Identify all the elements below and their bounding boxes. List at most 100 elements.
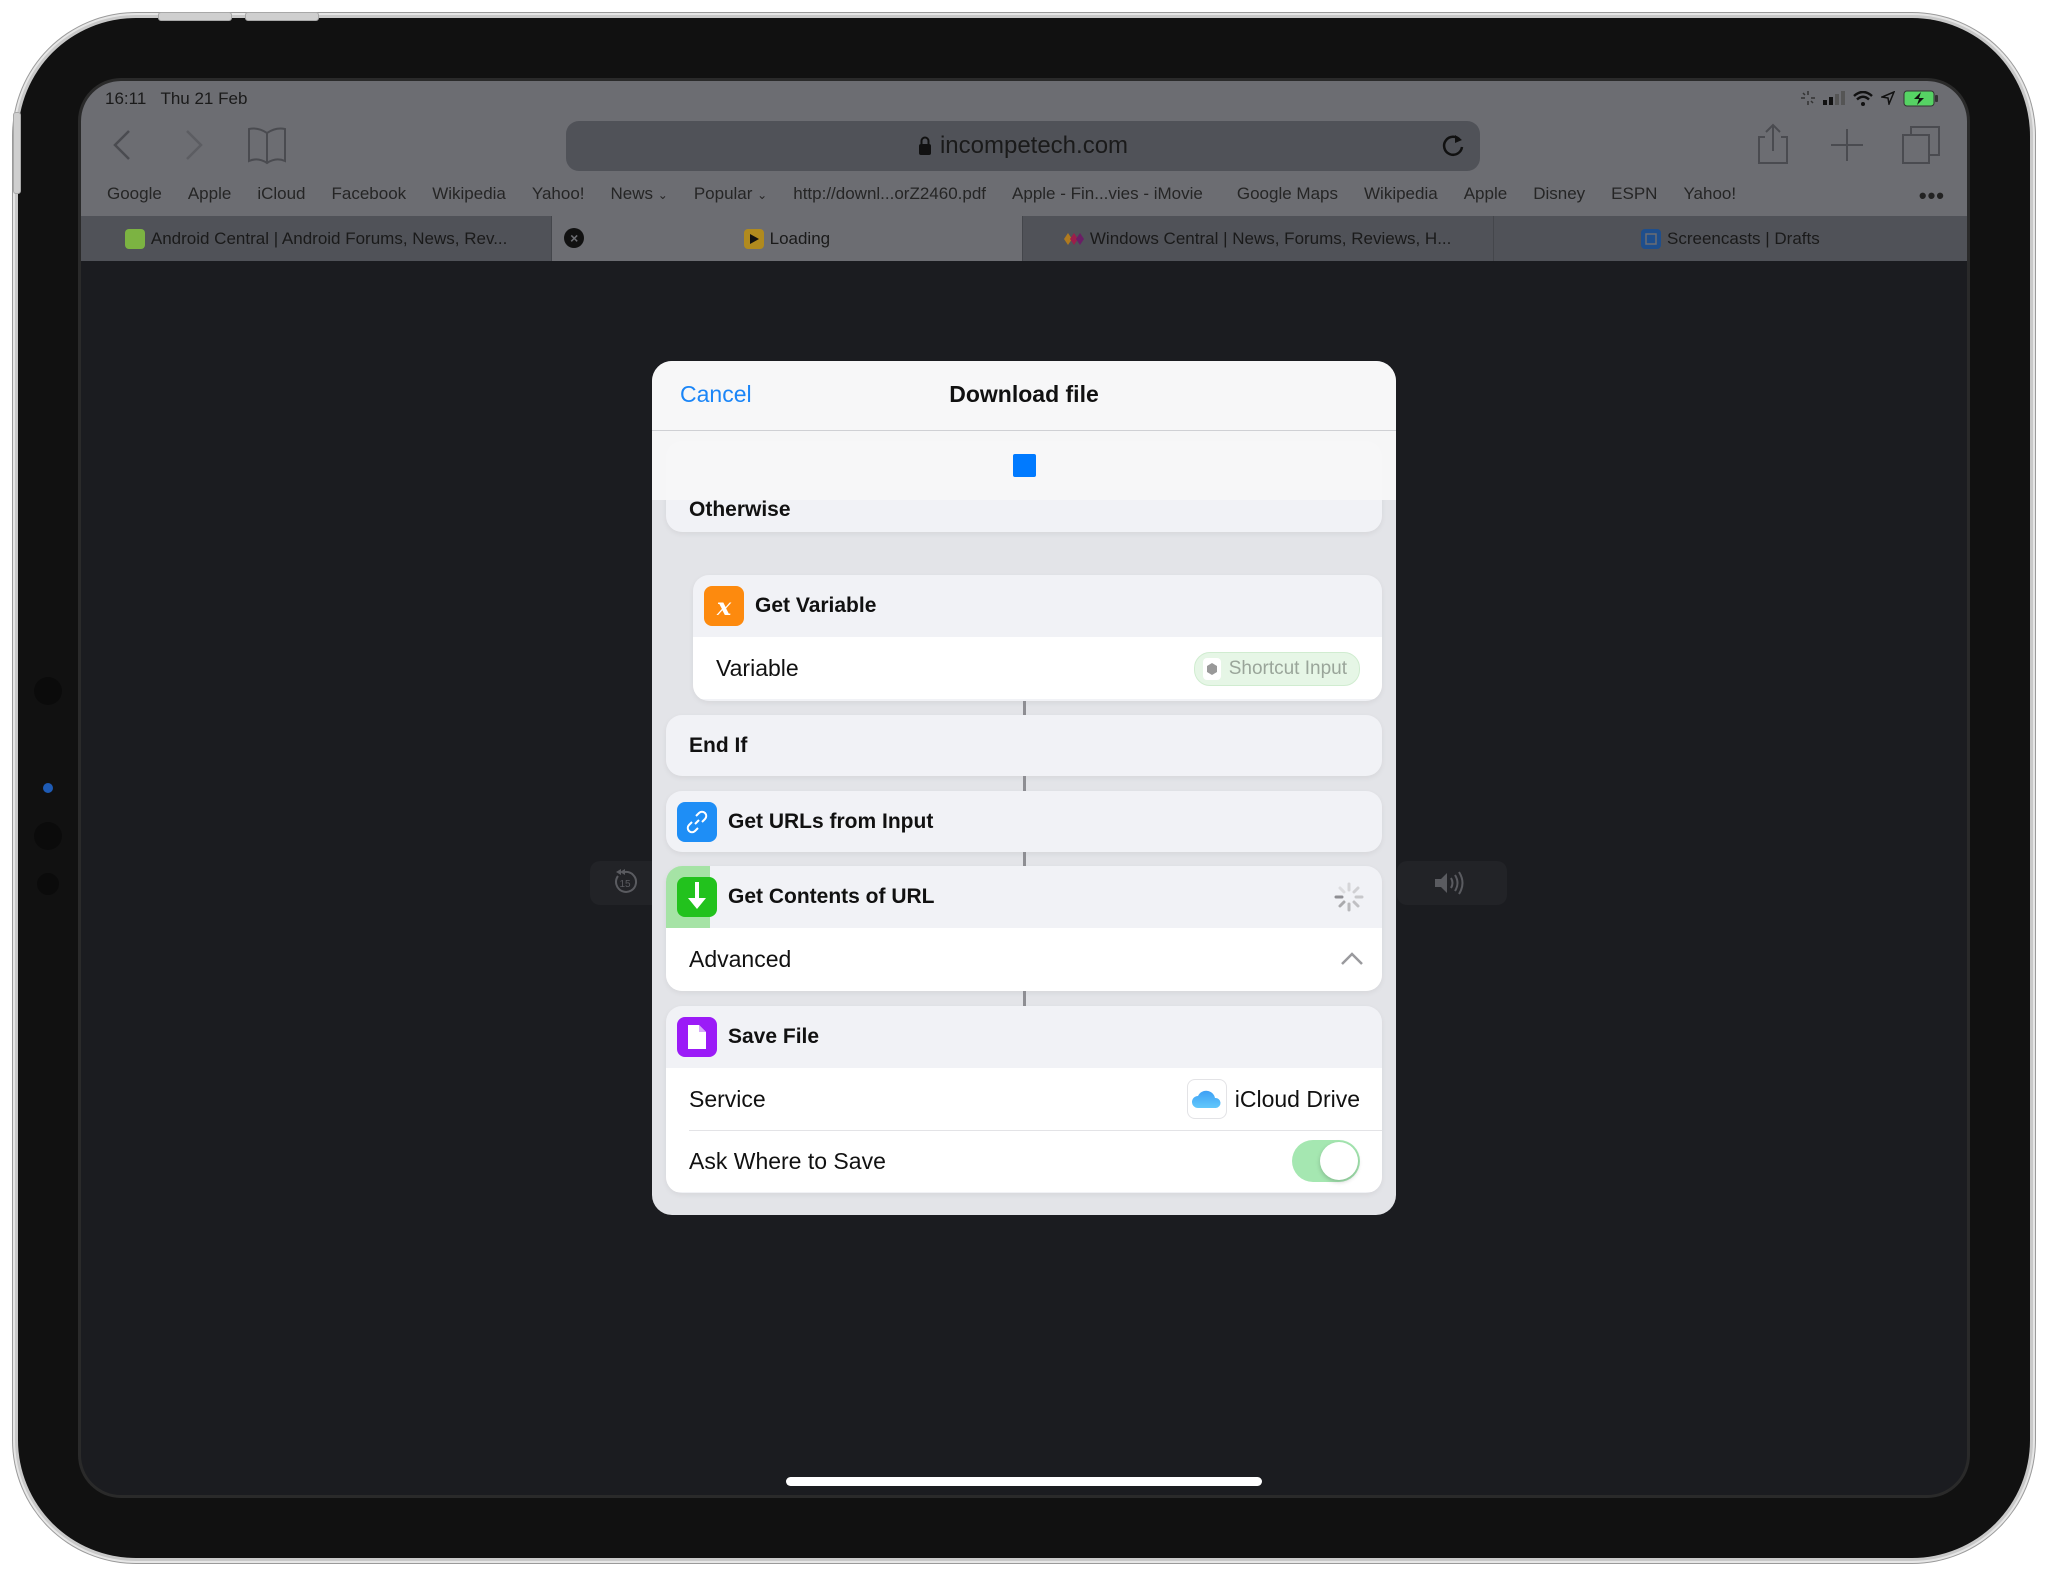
document-icon	[677, 1017, 717, 1057]
share-icon[interactable]	[1751, 123, 1795, 167]
svg-text:15: 15	[619, 879, 631, 890]
chevron-up-icon[interactable]	[1340, 950, 1364, 966]
bookmark-espn[interactable]: ESPN	[1611, 184, 1657, 204]
skip-back-icon: 15	[615, 869, 637, 893]
action-get-contents-of-url[interactable]: Get Contents of URL Advanced	[666, 866, 1382, 991]
location-arrow-icon	[1881, 91, 1895, 105]
bookmark-apple-2[interactable]: Apple	[1464, 184, 1507, 204]
back-icon[interactable]	[101, 123, 145, 167]
skip-back-15-button[interactable]: 15	[610, 867, 640, 897]
chevron-down-icon: ⌄	[757, 188, 768, 202]
action-title: Get URLs from Input	[728, 809, 934, 833]
flow-connector	[1023, 776, 1026, 791]
drafts-favicon-icon	[1641, 228, 1661, 249]
top-hardware-button	[13, 112, 21, 194]
bookmark-yahoo[interactable]: Yahoo!	[532, 184, 585, 204]
face-id-indicator	[43, 783, 53, 793]
wifi-icon	[1853, 90, 1873, 106]
action-get-variable[interactable]: x Get Variable Variable Shortcut Input	[693, 575, 1382, 701]
service-picker[interactable]: iCloud Drive	[1186, 1079, 1360, 1119]
more-bookmarks-button[interactable]: •••	[1919, 183, 1945, 209]
bookmark-facebook[interactable]: Facebook	[332, 184, 407, 204]
run-controls	[652, 431, 1396, 500]
action-title: Get Variable	[755, 594, 877, 617]
stop-button[interactable]	[1013, 454, 1036, 477]
action-title: End If	[689, 733, 748, 757]
bookmark-wikipedia-2[interactable]: Wikipedia	[1364, 184, 1438, 204]
sheet-header: Cancel Download file	[652, 361, 1396, 431]
reload-icon[interactable]	[1438, 131, 1468, 161]
bookmark-apple[interactable]: Apple	[188, 184, 231, 204]
variable-param-row: Variable Shortcut Input	[693, 637, 1382, 699]
tab-windows-central[interactable]: Windows Central | News, Forums, Reviews,…	[1023, 216, 1494, 261]
action-title: Save File	[728, 1025, 820, 1048]
home-indicator[interactable]	[786, 1477, 1262, 1486]
bookmark-folder-popular[interactable]: Popular ⌄	[694, 184, 767, 204]
volume-down-hardware-button	[245, 12, 319, 21]
cellular-signal-icon	[1823, 91, 1845, 105]
param-label: Variable	[716, 654, 799, 681]
screen: 16:11 Thu 21 Feb incompetech.com Google …	[81, 81, 1967, 1495]
url-text: incompetech.com	[939, 132, 1129, 159]
ambient-light-sensor	[37, 873, 59, 895]
advanced-row[interactable]: Advanced	[666, 928, 1382, 991]
bookmark-folder-news[interactable]: News ⌄	[611, 184, 668, 204]
param-label: Service	[689, 1085, 766, 1112]
shortcut-input-icon	[1202, 658, 1221, 680]
action-header: x Get Variable	[693, 575, 1382, 637]
flow-connector	[1023, 701, 1026, 715]
lock-icon	[918, 136, 931, 155]
bookmarks-book-icon[interactable]	[245, 123, 289, 167]
shortcut-run-sheet: Cancel Download file Otherwise x Get Var…	[652, 361, 1396, 1215]
param-label: Advanced	[689, 946, 792, 972]
link-icon	[677, 801, 717, 842]
ask-where-to-save-toggle[interactable]	[1292, 1140, 1360, 1182]
tab-screencasts-drafts[interactable]: Screencasts | Drafts	[1494, 216, 1967, 261]
flow-connector	[1023, 991, 1026, 1006]
bookmark-yahoo-2[interactable]: Yahoo!	[1683, 184, 1736, 204]
status-icons	[1801, 87, 1939, 109]
address-bar[interactable]: incompetech.com	[566, 121, 1480, 171]
bookmark-google-maps[interactable]: Google Maps	[1237, 184, 1338, 204]
ask-where-to-save-row: Ask Where to Save	[666, 1130, 1382, 1192]
safari-chrome: 16:11 Thu 21 Feb incompetech.com Google …	[81, 81, 1967, 261]
loading-spinner-icon	[1334, 882, 1364, 912]
download-arrow-icon	[677, 877, 717, 917]
bookmark-google[interactable]: Google	[107, 184, 162, 204]
otherwise-label: Otherwise	[689, 498, 791, 521]
row-divider	[689, 1130, 1382, 1131]
action-get-urls-from-input[interactable]: Get URLs from Input	[666, 791, 1382, 852]
bookmark-disney[interactable]: Disney	[1533, 184, 1585, 204]
new-tab-plus-icon[interactable]	[1825, 123, 1869, 167]
bookmark-icloud[interactable]: iCloud	[257, 184, 305, 204]
tabs-overview-icon[interactable]	[1899, 123, 1943, 167]
tab-loading[interactable]: × Loading	[552, 216, 1023, 261]
bookmark-wikipedia[interactable]: Wikipedia	[432, 184, 506, 204]
flow-connector	[1023, 852, 1026, 866]
action-title: Get Contents of URL	[728, 885, 935, 908]
chevron-down-icon: ⌄	[657, 188, 668, 202]
bookmark-imovie[interactable]: Apple - Fin...vies - iMovie	[1012, 184, 1203, 204]
speaker-volume-icon[interactable]	[1433, 869, 1465, 897]
sheet-title: Download file	[949, 381, 1099, 407]
service-row[interactable]: Service iCloud Drive	[666, 1068, 1382, 1130]
action-end-if[interactable]: End If	[666, 715, 1382, 776]
tab-android-central[interactable]: Android Central | Android Forums, News, …	[81, 216, 553, 261]
proximity-sensor	[34, 822, 62, 850]
forward-icon[interactable]	[171, 123, 215, 167]
activity-spinner-icon	[1801, 91, 1815, 105]
shortcut-input-token[interactable]: Shortcut Input	[1193, 652, 1360, 686]
play-favicon-icon	[743, 228, 764, 249]
volume-up-hardware-button	[158, 12, 232, 21]
media-controls-right	[1397, 861, 1507, 905]
front-camera-sensor	[34, 677, 62, 705]
bookmarks-bar: Google Apple iCloud Facebook Wikipedia Y…	[107, 181, 1762, 207]
variable-x-icon: x	[704, 586, 744, 626]
status-time: 16:11 Thu 21 Feb	[105, 89, 248, 108]
bookmark-pdf-link[interactable]: http://downl...orZ2460.pdf	[793, 184, 986, 204]
android-favicon-icon	[124, 228, 145, 249]
param-label: Ask Where to Save	[689, 1147, 886, 1174]
close-tab-icon[interactable]: ×	[564, 228, 585, 248]
windows-central-favicon-icon	[1063, 229, 1084, 249]
action-save-file[interactable]: Save File Service iCloud Drive Ask Where…	[666, 1006, 1382, 1193]
